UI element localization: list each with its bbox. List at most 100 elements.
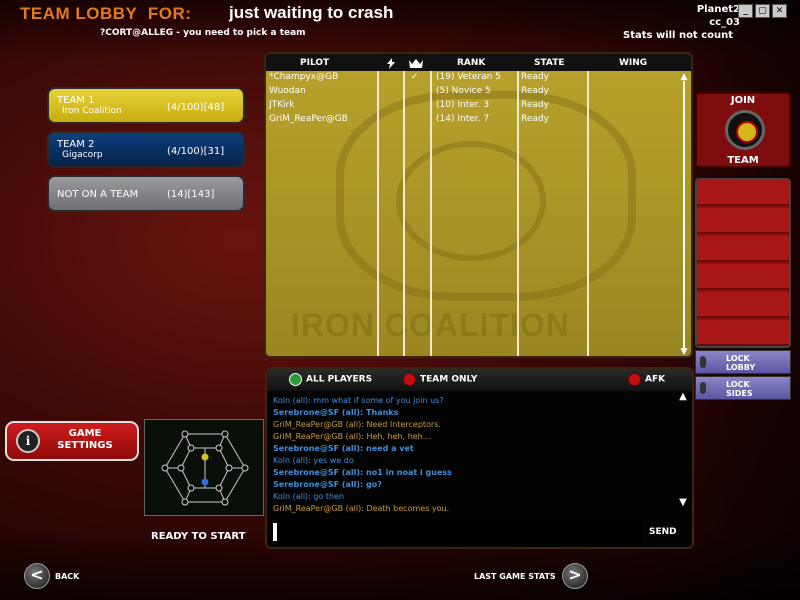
pilot-state: Ready — [521, 114, 549, 124]
side-slot — [697, 180, 789, 206]
radio-icon — [628, 373, 641, 386]
lock-sides-button[interactable]: LOCK SIDES — [695, 376, 791, 400]
sector-minimap — [144, 419, 264, 516]
side-slot — [697, 292, 789, 318]
back-button[interactable]: < — [24, 563, 50, 589]
roster-scrollbar[interactable]: ▲ ▼ — [678, 73, 690, 357]
pilot-rank: (10) Inter. 3 — [436, 100, 490, 110]
crown-icon[interactable] — [409, 58, 423, 71]
lock-lobby-button[interactable]: LOCK LOBBY — [695, 350, 791, 374]
roster-row[interactable]: Wuodan (5) Novice 5 Ready — [266, 85, 691, 99]
team-1-button[interactable]: TEAM 1 Iron Coalition (4/100)[48] — [47, 87, 245, 124]
toggle-indicator-icon — [700, 382, 706, 394]
column-rank[interactable]: RANK — [457, 58, 485, 68]
pilot-name: Wuodan — [269, 86, 306, 96]
team-count: (4/100)[48] — [167, 102, 225, 113]
pilot-name: JTKirk — [269, 100, 295, 110]
chat-tabs: ALL PLAYERS TEAM ONLY AFK — [267, 369, 692, 391]
tab-team-only[interactable]: TEAM ONLY — [403, 373, 477, 386]
chat-message: GriM_ReaPer@GB (all): Heh, heh, heh... — [273, 432, 431, 441]
game-settings-button[interactable]: i GAME SETTINGS — [5, 421, 139, 461]
afk-toggle[interactable]: AFK — [628, 373, 665, 386]
chat-scrollbar[interactable]: ▲ ▼ — [676, 391, 690, 511]
chat-panel: ALL PLAYERS TEAM ONLY AFK Koln (all): mm… — [265, 367, 694, 549]
column-pilot[interactable]: PILOT — [300, 58, 329, 68]
ready-status: READY TO START — [151, 531, 246, 542]
minimize-button[interactable]: _ — [738, 4, 753, 18]
chat-log: Koln (all): mm what if some of you join … — [273, 396, 673, 516]
stats-note: Stats will not count — [623, 30, 734, 41]
pilot-name: *Champyx@GB — [269, 72, 339, 82]
chat-message: Serebrone@SF (all): go? — [273, 480, 382, 489]
chat-message: Koln (all): go then — [273, 492, 345, 501]
side-slot — [697, 236, 789, 262]
roster-row[interactable]: JTKirk (10) Inter. 3 Ready — [266, 99, 691, 113]
team-label: TEAM — [727, 155, 759, 166]
radio-icon — [403, 373, 416, 386]
chat-message: GriM_ReaPer@GB (all): Need Interceptors. — [273, 420, 441, 429]
team-2-button[interactable]: TEAM 2 Gigacorp (4/100)[31] — [47, 131, 245, 168]
team-name: NOT ON A TEAM — [57, 189, 139, 200]
game-settings-label: GAME SETTINGS — [57, 428, 113, 451]
pilot-state: Ready — [521, 100, 549, 110]
game-name: just waiting to crash — [229, 3, 394, 22]
pilot-state: Ready — [521, 72, 549, 82]
last-game-stats-label[interactable]: LAST GAME STATS — [474, 572, 556, 581]
window-controls: _ ▢ ✕ — [738, 4, 787, 18]
send-button[interactable]: SEND — [649, 527, 677, 537]
status-message: ?CORT@ALLEG - you need to pick a team — [100, 28, 306, 38]
server-code: cc_03 — [709, 17, 740, 28]
server-info: Planet2 cc_03 — [697, 3, 740, 29]
roster-row[interactable]: GriM_ReaPer@GB (14) Inter. 7 Ready — [266, 113, 691, 127]
roster-header: PILOT RANK STATE WING — [266, 54, 691, 71]
no-team-button[interactable]: NOT ON A TEAM (14)[143] — [47, 175, 245, 212]
scroll-track[interactable] — [683, 81, 685, 351]
chat-input[interactable] — [271, 521, 641, 543]
chat-message: Koln (all): mm what if some of you join … — [273, 396, 444, 405]
chat-message: Serebrone@SF (all): need a vet — [273, 444, 414, 453]
chat-message: Koln (all): yes we do — [273, 456, 354, 465]
pilot-rank: (19) Veteran 5 — [436, 72, 501, 82]
server-name: Planet2 — [696, 4, 740, 15]
faction-emblem-globe — [396, 141, 546, 261]
column-wing[interactable]: WING — [619, 58, 647, 68]
tab-all-players[interactable]: ALL PLAYERS — [289, 373, 372, 386]
pilot-rank: (5) Novice 5 — [436, 86, 491, 96]
chevron-right-icon: > — [568, 565, 582, 584]
roster-row[interactable]: *Champyx@GB ✓ (19) Veteran 5 Ready — [266, 71, 691, 85]
team-count: (14)[143] — [167, 189, 215, 200]
side-panel — [695, 178, 791, 348]
lightning-icon[interactable] — [386, 58, 396, 72]
last-game-stats-button[interactable]: > — [562, 563, 588, 589]
lock-lobby-label: LOCK LOBBY — [726, 354, 756, 372]
join-team-button[interactable]: JOIN TEAM — [695, 92, 791, 168]
leader-check: ✓ — [411, 72, 419, 82]
info-icon: i — [16, 429, 40, 453]
scroll-up-icon[interactable]: ▲ — [676, 391, 690, 402]
scroll-down-icon[interactable]: ▼ — [676, 497, 690, 508]
faction-star-icon — [725, 110, 765, 150]
chat-message: Serebrone@SF (all): Thanks — [273, 408, 399, 417]
side-slot — [697, 208, 789, 234]
pilot-state: Ready — [521, 86, 549, 96]
scroll-down-icon[interactable]: ▼ — [678, 348, 690, 357]
side-slot — [697, 264, 789, 290]
chat-message: GriM_ReaPer@GB (all): Death becomes you. — [273, 504, 450, 513]
chat-message: Serebrone@SF (all): no1 in noat i guess — [273, 468, 452, 477]
column-state[interactable]: STATE — [534, 58, 564, 68]
team-count: (4/100)[31] — [167, 146, 225, 157]
page-title: TEAM LOBBY FOR: — [20, 4, 192, 23]
close-button[interactable]: ✕ — [772, 4, 787, 18]
check-icon — [289, 373, 302, 386]
side-slot — [697, 320, 789, 346]
minimap-graph — [161, 430, 249, 506]
toggle-indicator-icon — [700, 356, 706, 368]
pilot-name: GriM_ReaPer@GB — [269, 114, 348, 124]
restore-button[interactable]: ▢ — [755, 4, 770, 18]
pilot-rank: (14) Inter. 7 — [436, 114, 490, 124]
join-label: JOIN — [730, 95, 756, 106]
roster-list: IRON COALITION *Champyx@GB ✓ (19) Vetera… — [266, 71, 691, 357]
text-caret — [273, 523, 277, 541]
back-label[interactable]: BACK — [55, 572, 79, 581]
chevron-left-icon: < — [30, 565, 44, 584]
